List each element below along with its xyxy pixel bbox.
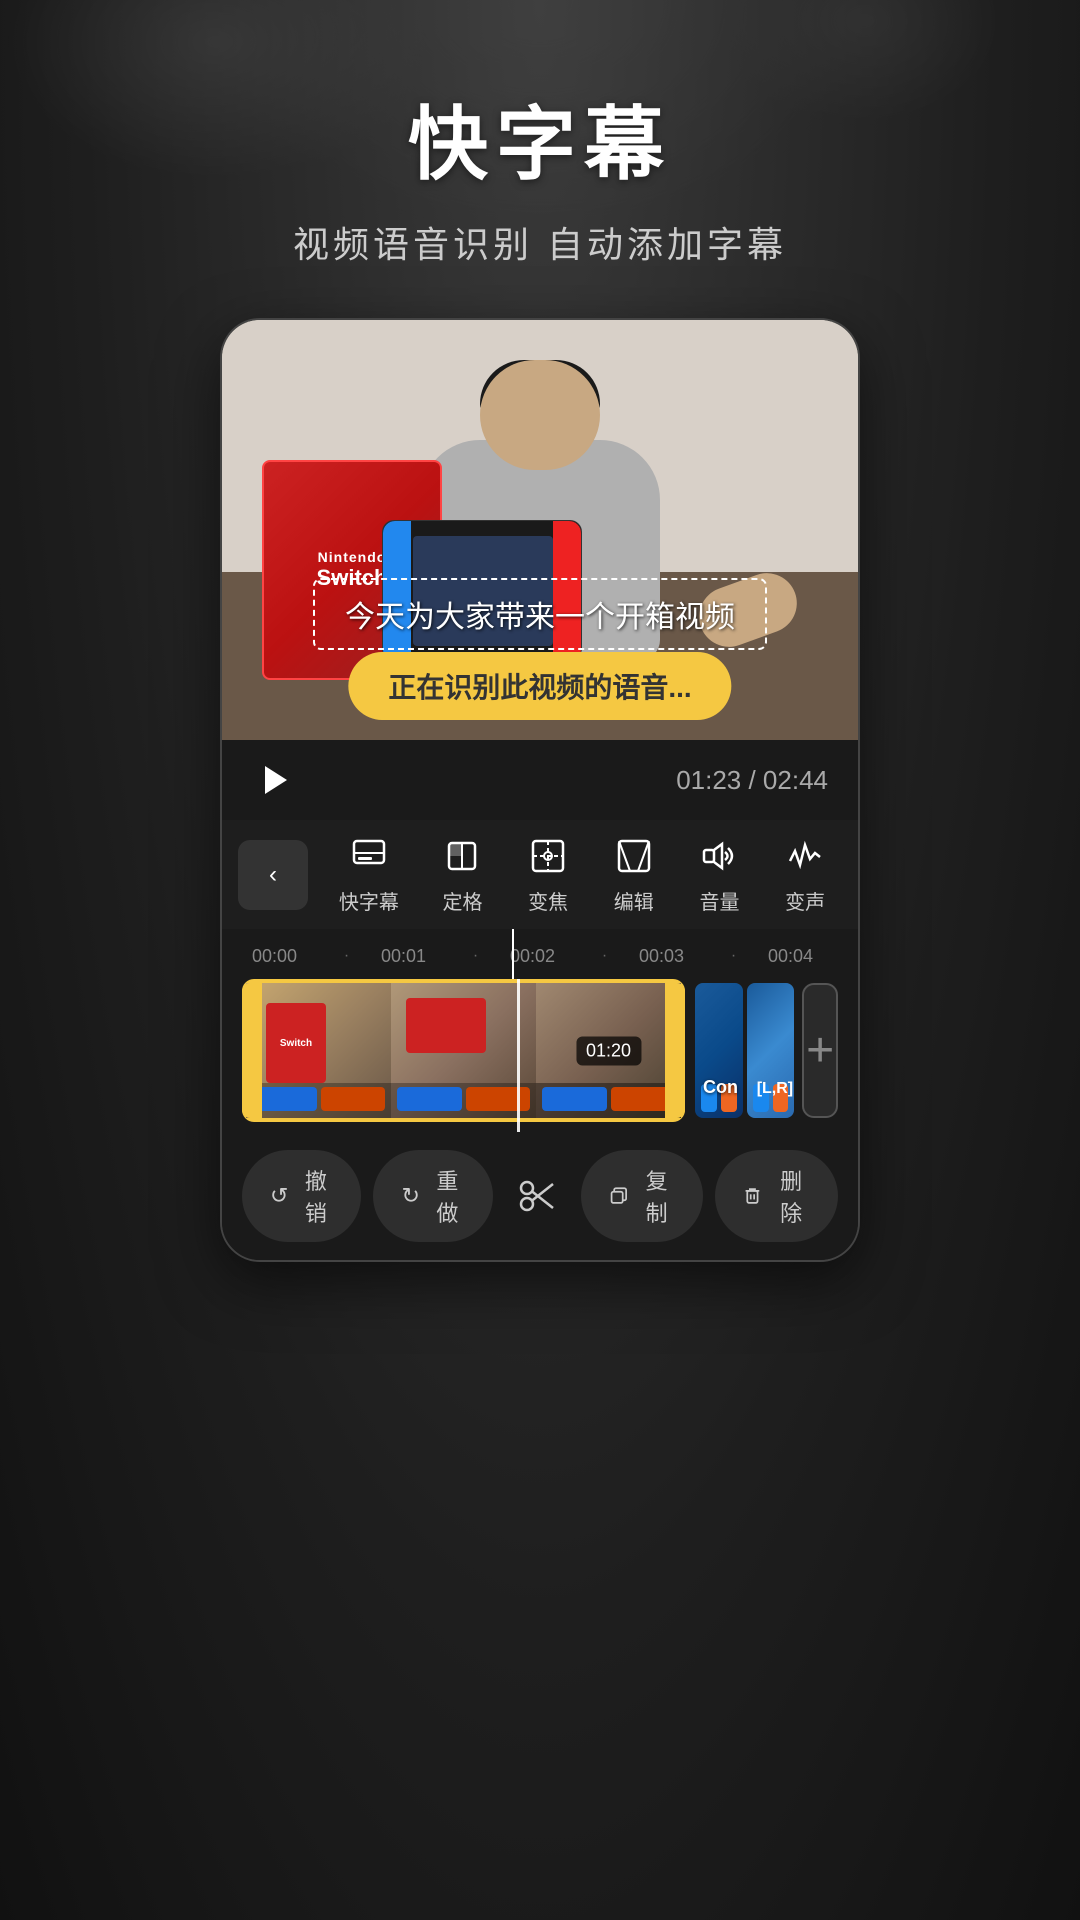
undo-button[interactable]: ↺ 撤销 <box>242 1150 361 1242</box>
zoom-icon <box>526 834 570 878</box>
subtitle-text: 今天为大家带来一个开箱视频 <box>345 601 735 634</box>
redo-button[interactable]: ↻ 重做 <box>373 1150 492 1242</box>
video-preview: Nintendo Switch 今天为大家带来一个开箱视频 正在识别此视频的语音… <box>222 320 858 740</box>
header-section: 快字幕 视频语音识别 自动添加字幕 <box>293 80 787 268</box>
clips-container: Switch <box>222 979 858 1132</box>
clip-thumb-4[interactable]: Con <box>695 983 743 1118</box>
back-button[interactable]: ‹ <box>238 840 308 910</box>
delete-label: 删除 <box>772 1164 810 1228</box>
undo-label: 撤销 <box>298 1164 333 1228</box>
tools-bar: ‹ 快字幕 <box>222 820 858 929</box>
scissors-button[interactable] <box>505 1164 569 1228</box>
scissors-icon <box>515 1174 559 1218</box>
person-head <box>480 360 600 470</box>
tool-freeze-label: 定格 <box>442 886 482 915</box>
chevron-left-icon: ‹ <box>269 861 277 889</box>
clip-thumb-2[interactable] <box>391 983 536 1118</box>
playback-bar: 01:23 / 02:44 <box>222 740 858 820</box>
tool-edit-label: 编辑 <box>614 886 654 915</box>
main-content: 快字幕 视频语音识别 自动添加字幕 Nintendo Switch <box>0 0 1080 1920</box>
clip-thumb-3[interactable]: 01:20 <box>536 983 681 1118</box>
ruler-time-1: 00:01 <box>381 946 441 967</box>
phone-mockup: Nintendo Switch 今天为大家带来一个开箱视频 正在识别此视频的语音… <box>220 318 860 1262</box>
redo-label: 重做 <box>430 1164 465 1228</box>
selected-clip-group[interactable]: Switch <box>242 979 685 1122</box>
clip-timestamp: 01:20 <box>576 1036 641 1065</box>
processing-badge: 正在识别此视频的语音... <box>348 652 731 720</box>
copy-button[interactable]: 复制 <box>581 1150 704 1242</box>
time-display: 01:23 / 02:44 <box>676 765 828 796</box>
copy-label: 复制 <box>638 1164 676 1228</box>
clip-thumb-1[interactable]: Switch <box>246 983 391 1118</box>
tool-edit[interactable]: 编辑 <box>612 834 656 915</box>
ruler-time-0: 00:00 <box>252 946 312 967</box>
play-icon <box>265 766 287 794</box>
ruler-time-4: 00:04 <box>768 946 828 967</box>
page-title: 快字幕 <box>293 80 787 196</box>
tool-subtitles[interactable]: 快字幕 <box>339 834 399 915</box>
volume-icon <box>697 834 741 878</box>
freeze-icon <box>440 834 484 878</box>
con-label: Con <box>703 1077 738 1098</box>
tool-volume-label: 音量 <box>699 886 739 915</box>
tool-voice-label: 变声 <box>785 886 825 915</box>
copy-icon <box>609 1185 628 1207</box>
timeline-cursor <box>512 929 514 979</box>
edit-icon <box>612 834 656 878</box>
tool-zoom[interactable]: 变焦 <box>526 834 570 915</box>
tool-zoom-label: 变焦 <box>528 886 568 915</box>
ruler-time-2: 00:02 <box>510 946 570 967</box>
tool-volume[interactable]: 音量 <box>697 834 741 915</box>
subtitles-icon <box>347 834 391 878</box>
tool-subtitles-label: 快字幕 <box>339 886 399 915</box>
bottom-action-bar: ↺ 撤销 ↻ 重做 复制 <box>222 1132 858 1260</box>
subtitle-overlay-box: 今天为大家带来一个开箱视频 <box>313 578 767 650</box>
delete-icon <box>743 1185 762 1207</box>
play-button[interactable] <box>252 758 296 802</box>
plus-icon: + <box>806 1027 834 1075</box>
redo-icon: ↻ <box>401 1183 419 1209</box>
ruler-marks: 00:00 · 00:01 · 00:02 · 00:03 · 00:04 <box>222 937 858 975</box>
voice-icon <box>783 834 827 878</box>
add-clip-button[interactable]: + <box>802 983 838 1118</box>
undo-icon: ↺ <box>270 1183 288 1209</box>
page-subtitle: 视频语音识别 自动添加字幕 <box>293 216 787 268</box>
tool-voice[interactable]: 变声 <box>783 834 827 915</box>
delete-button[interactable]: 删除 <box>715 1150 838 1242</box>
processing-text: 正在识别此视频的语音... <box>388 672 691 703</box>
ruler-time-3: 00:03 <box>639 946 699 967</box>
tool-freeze[interactable]: 定格 <box>440 834 484 915</box>
tools-list: 快字幕 定格 <box>308 834 858 915</box>
clips-strip: Switch <box>222 979 858 1132</box>
clip-thumb-5[interactable]: [L,R] <box>747 983 795 1118</box>
timeline-ruler: 00:00 · 00:01 · 00:02 · 00:03 · 00:04 <box>222 929 858 979</box>
